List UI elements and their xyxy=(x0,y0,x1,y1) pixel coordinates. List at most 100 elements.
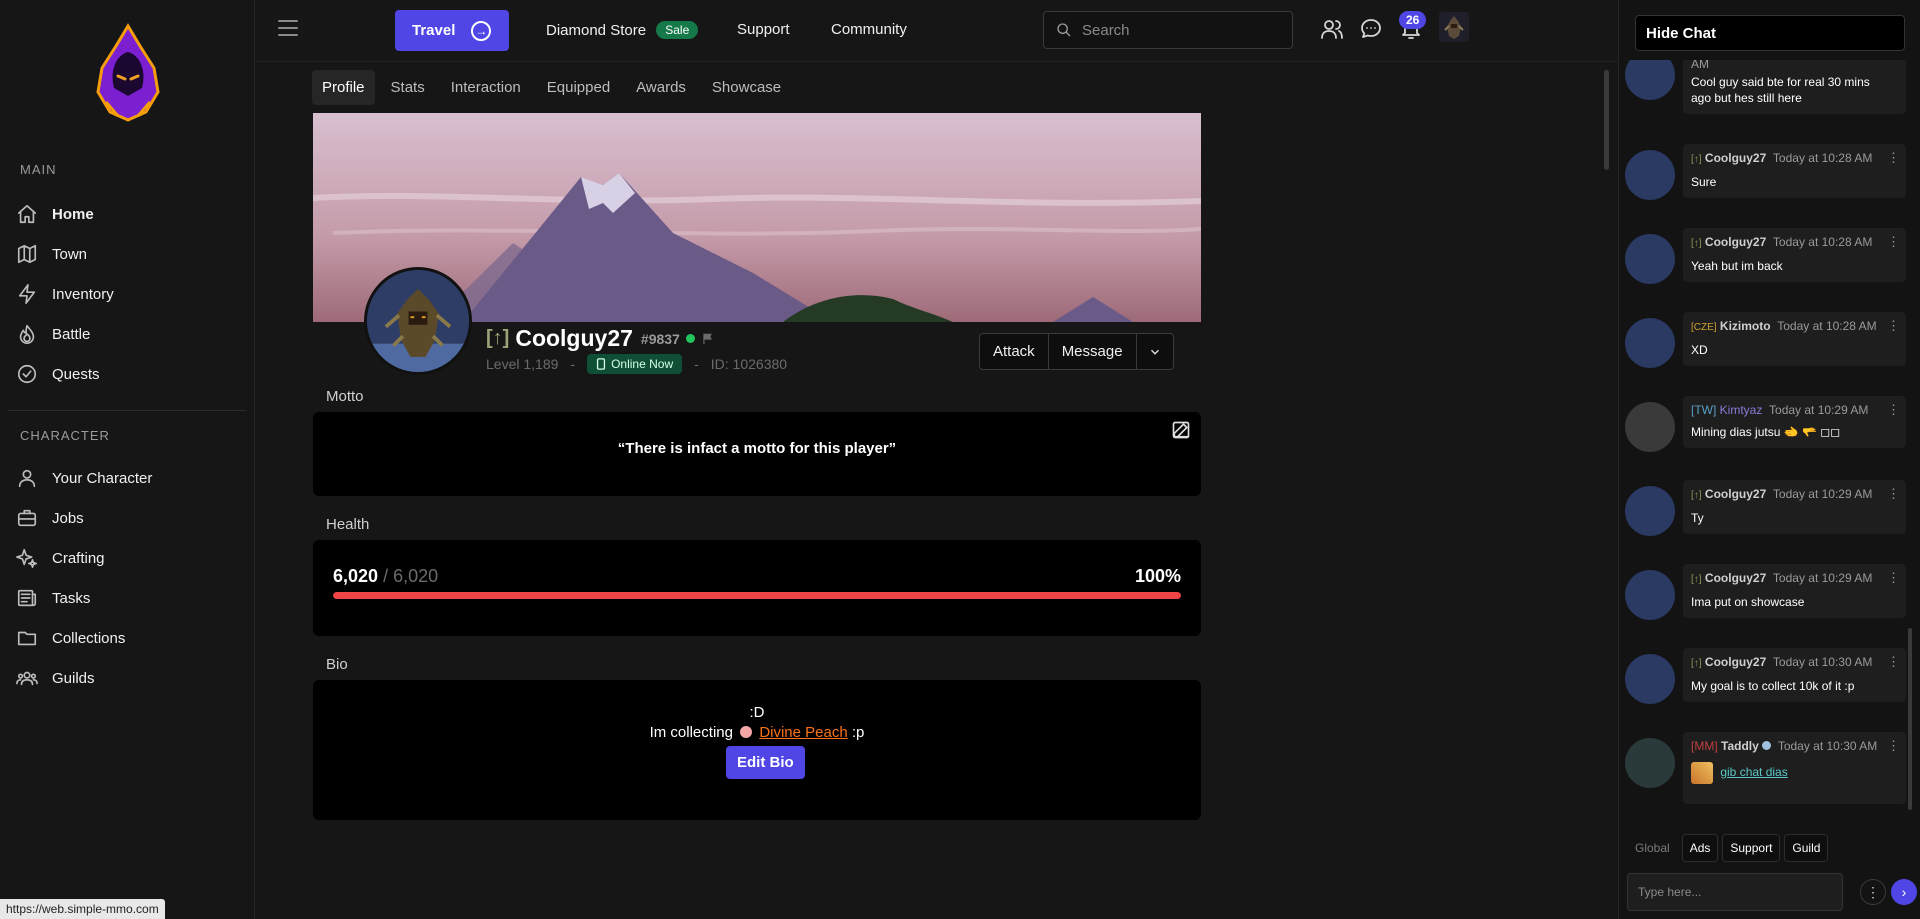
chat-avatar[interactable] xyxy=(1625,150,1675,200)
more-vertical-icon[interactable]: ⋮ xyxy=(1887,486,1900,502)
diamond-store-label: Diamond Store xyxy=(546,22,647,39)
chat-username[interactable]: Coolguy27 xyxy=(1705,487,1766,501)
sidebar-item-label: Collections xyxy=(52,629,126,647)
edit-bio-button[interactable]: Edit Bio xyxy=(726,746,805,779)
tab-profile[interactable]: Profile xyxy=(312,70,375,105)
menu-icon[interactable] xyxy=(278,20,298,38)
tab-equipped[interactable]: Equipped xyxy=(537,70,620,105)
chat-avatar[interactable] xyxy=(1625,486,1675,536)
sidebar-item-label: Crafting xyxy=(52,549,105,567)
more-vertical-icon[interactable]: ⋮ xyxy=(1887,150,1900,166)
sidebar-item-battle[interactable]: Battle xyxy=(16,316,90,352)
peach-icon xyxy=(740,726,753,738)
notification-count-badge: 26 xyxy=(1399,11,1427,29)
chat-avatar[interactable] xyxy=(1625,570,1675,620)
chat-message-text: Yeah but im back xyxy=(1691,259,1783,273)
chat-username[interactable]: Coolguy27 xyxy=(1705,571,1766,585)
more-vertical-icon[interactable]: ⋮ xyxy=(1887,318,1900,334)
send-icon[interactable]: › xyxy=(1891,879,1917,905)
chat-user-tag: [↑] xyxy=(1691,238,1702,249)
chat-username[interactable]: Kimtyaz xyxy=(1720,403,1763,417)
chat-bubble-icon[interactable] xyxy=(1359,17,1383,41)
tab-showcase[interactable]: Showcase xyxy=(702,70,791,105)
chat-scrollbar[interactable] xyxy=(1908,628,1912,810)
tab-awards[interactable]: Awards xyxy=(626,70,696,105)
chat-avatar[interactable] xyxy=(1625,318,1675,368)
sparkles-icon xyxy=(16,548,37,568)
tab-interaction[interactable]: Interaction xyxy=(441,70,531,105)
more-vertical-icon[interactable]: ⋮ xyxy=(1860,879,1886,905)
more-vertical-icon[interactable]: ⋮ xyxy=(1887,738,1900,754)
chat-tab-support[interactable]: Support xyxy=(1722,834,1781,862)
health-current: 6,020 xyxy=(333,566,379,586)
sidebar-item-quests[interactable]: Quests xyxy=(16,356,100,392)
online-status-label: Online Now xyxy=(611,357,674,371)
message-button[interactable]: Message xyxy=(1049,334,1137,369)
main-content: Profile Stats Interaction Equipped Award… xyxy=(256,62,1618,919)
chat-tab-global[interactable]: Global xyxy=(1627,834,1678,862)
chat-avatar[interactable] xyxy=(1625,60,1675,100)
chat-username[interactable]: Coolguy27 xyxy=(1705,235,1766,249)
diamond-store-link[interactable]: Diamond Store Sale xyxy=(546,21,699,39)
flag-icon[interactable] xyxy=(701,332,715,346)
friends-icon[interactable] xyxy=(1320,17,1344,41)
chat-message-text: Ty xyxy=(1691,511,1704,525)
search-icon xyxy=(1057,23,1071,37)
sidebar-item-town[interactable]: Town xyxy=(16,236,87,272)
online-status-badge: Online Now xyxy=(587,354,683,374)
chat-tab-ads[interactable]: Ads xyxy=(1681,834,1719,862)
chat-message-body: [↑] Coolguy27 Today at 10:29 AM Ima put … xyxy=(1683,564,1906,618)
map-icon xyxy=(17,244,37,264)
chat-input[interactable] xyxy=(1627,873,1843,911)
player-id: ID: 1026380 xyxy=(710,356,788,372)
chat-username[interactable]: Kizimoto xyxy=(1720,319,1771,333)
user-avatar[interactable] xyxy=(1439,12,1469,42)
sidebar-item-collections[interactable]: Collections xyxy=(16,620,125,656)
folder-icon xyxy=(17,631,37,646)
chat-message-text-row: gib chat dias xyxy=(1691,762,1884,784)
community-link[interactable]: Community xyxy=(831,21,907,38)
chat-message-text: Mining dias jutsu 🫲 🫳 ◻◻ xyxy=(1691,425,1841,439)
status-bar-url: https://web.simple-mmo.com xyxy=(0,899,165,919)
chat-item-link[interactable]: gib chat dias xyxy=(1720,765,1787,779)
sidebar-item-jobs[interactable]: Jobs xyxy=(16,500,84,536)
support-link[interactable]: Support xyxy=(737,21,790,38)
more-vertical-icon[interactable]: ⋮ xyxy=(1887,570,1900,586)
chat-avatar[interactable] xyxy=(1625,234,1675,284)
main-scrollbar[interactable] xyxy=(1604,70,1609,170)
search-input[interactable] xyxy=(1082,21,1272,39)
chat-avatar[interactable] xyxy=(1625,654,1675,704)
sale-badge: Sale xyxy=(656,21,699,39)
travel-button[interactable]: Travel → xyxy=(395,10,509,51)
chat-message-time: AM xyxy=(1691,60,1709,71)
more-vertical-icon[interactable]: ⋮ xyxy=(1887,654,1900,670)
chat-avatar[interactable] xyxy=(1625,402,1675,452)
sidebar-item-label: Town xyxy=(52,245,88,263)
chat-username[interactable]: Taddly xyxy=(1721,739,1759,753)
sidebar-item-guilds[interactable]: Guilds xyxy=(16,660,95,696)
chat-avatar[interactable] xyxy=(1625,738,1675,788)
player-level: Level 1,189 xyxy=(486,356,559,372)
chat-user-tag: [TW] xyxy=(1691,403,1717,417)
attack-button[interactable]: Attack xyxy=(980,334,1049,369)
divine-peach-link[interactable]: Divine Peach xyxy=(759,724,847,741)
chat-tab-guild[interactable]: Guild xyxy=(1784,834,1829,862)
chat-username[interactable]: Coolguy27 xyxy=(1705,655,1766,669)
logo-icon[interactable] xyxy=(88,22,168,122)
chat-message-body: AM Cool guy said bte for real 30 mins ag… xyxy=(1683,60,1906,114)
sidebar-item-your-character[interactable]: Your Character xyxy=(16,460,152,496)
tab-stats[interactable]: Stats xyxy=(381,70,435,105)
edit-icon[interactable] xyxy=(1171,420,1191,440)
chat-messages: AM Cool guy said bte for real 30 mins ag… xyxy=(1619,60,1920,820)
chat-user-tag: [↑] xyxy=(1691,574,1702,585)
guild-tag[interactable]: [↑] xyxy=(486,327,509,350)
sidebar-item-tasks[interactable]: Tasks xyxy=(16,580,90,616)
more-vertical-icon[interactable]: ⋮ xyxy=(1887,402,1900,418)
chat-username[interactable]: Coolguy27 xyxy=(1705,151,1766,165)
hide-chat-button[interactable]: Hide Chat xyxy=(1635,15,1905,51)
sidebar-item-home[interactable]: Home xyxy=(16,196,94,232)
more-actions-button[interactable] xyxy=(1137,334,1173,369)
sidebar-item-inventory[interactable]: Inventory xyxy=(16,276,114,312)
sidebar-item-crafting[interactable]: Crafting xyxy=(16,540,105,576)
more-vertical-icon[interactable]: ⋮ xyxy=(1887,234,1900,250)
